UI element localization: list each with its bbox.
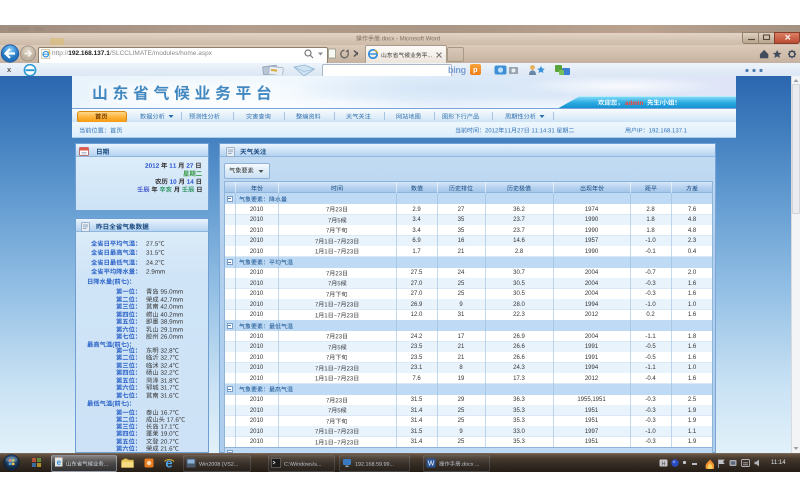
svg-text:e: e xyxy=(57,458,62,467)
svg-text:e: e xyxy=(165,457,172,469)
svg-text:H: H xyxy=(662,461,666,467)
svg-text:W: W xyxy=(428,460,435,467)
